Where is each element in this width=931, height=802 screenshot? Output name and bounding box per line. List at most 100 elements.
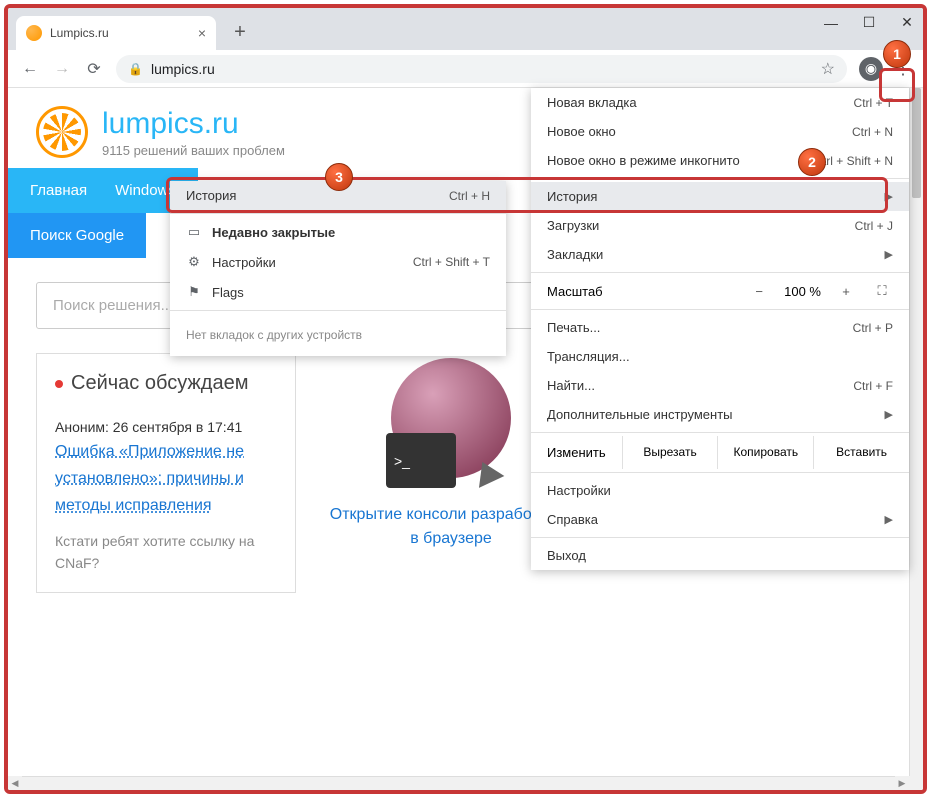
- menu-shortcut: Ctrl + H: [449, 189, 490, 203]
- back-button[interactable]: ←: [14, 53, 46, 85]
- new-tab-button[interactable]: +: [226, 21, 254, 44]
- submenu-recent-heading: ▭ Недавно закрытые: [170, 217, 506, 247]
- tab-title: Lumpics.ru: [50, 26, 190, 40]
- menu-label: Закладки: [547, 247, 603, 262]
- fullscreen-icon[interactable]: ⛶: [871, 283, 893, 299]
- browser-window: Lumpics.ru × + — ☐ ✕ ← → ⟳ 🔒 lumpics.ru …: [4, 4, 927, 794]
- menu-separator: [531, 178, 909, 179]
- site-logo-icon: [36, 106, 88, 158]
- discuss-title-text: Сейчас обсуждаем: [71, 372, 248, 395]
- menu-more-tools[interactable]: Дополнительные инструменты ▶: [531, 400, 909, 429]
- menu-separator: [531, 309, 909, 310]
- zoom-out-button[interactable]: −: [748, 284, 770, 299]
- menu-shortcut: Ctrl + F: [853, 379, 893, 393]
- nav-google-search[interactable]: Поиск Google: [8, 213, 146, 258]
- menu-history[interactable]: История ▶: [531, 182, 909, 211]
- scroll-right-icon[interactable]: ▶: [895, 776, 909, 790]
- gear-icon: ⚙: [186, 254, 202, 270]
- menu-print[interactable]: Печать...Ctrl + P: [531, 313, 909, 342]
- menu-new-window[interactable]: Новое окно Ctrl + N: [531, 117, 909, 146]
- tab-close-icon[interactable]: ×: [198, 25, 206, 41]
- menu-label: Новое окно в режиме инкогнито: [547, 153, 740, 168]
- menu-new-tab[interactable]: Новая вкладка Ctrl + T: [531, 88, 909, 117]
- menu-cast[interactable]: Трансляция...: [531, 342, 909, 371]
- discuss-title: Сейчас обсуждаем: [55, 372, 277, 395]
- chrome-main-menu: Новая вкладка Ctrl + T Новое окно Ctrl + N…: [531, 88, 909, 570]
- profile-icon[interactable]: ◉: [859, 57, 883, 81]
- bookmark-star-icon[interactable]: ☆: [821, 59, 835, 79]
- zoom-label: Масштаб: [547, 284, 734, 299]
- menu-shortcut: Ctrl + T: [854, 96, 893, 110]
- maximize-icon[interactable]: ☐: [859, 14, 879, 31]
- browser-tab[interactable]: Lumpics.ru ×: [16, 16, 216, 50]
- menu-shortcut: Ctrl + N: [852, 125, 893, 139]
- annotation-badge-2: 2: [798, 148, 826, 176]
- discuss-link[interactable]: Ошибка «Приложение не установлено»: прич…: [55, 443, 244, 514]
- menu-label: Выход: [547, 548, 586, 563]
- history-submenu: История Ctrl + H ▭ Недавно закрытые ⚙ На…: [170, 181, 506, 356]
- discuss-widget: Сейчас обсуждаем Аноним: 26 сентября в 1…: [36, 353, 296, 593]
- copy-button[interactable]: Копировать: [717, 436, 813, 469]
- reload-button[interactable]: ⟳: [78, 53, 110, 85]
- submenu-arrow-icon: ▶: [885, 513, 893, 526]
- cut-button[interactable]: Вырезать: [622, 436, 718, 469]
- menu-find[interactable]: Найти... Ctrl + F: [531, 371, 909, 400]
- edit-label: Изменить: [531, 436, 622, 469]
- menu-downloads[interactable]: Загрузки Ctrl + J: [531, 211, 909, 240]
- site-tagline: 9115 решений ваших проблем: [102, 143, 285, 158]
- tab-favicon-icon: [26, 25, 42, 41]
- menu-label: Flags: [212, 285, 244, 300]
- close-window-icon[interactable]: ✕: [897, 14, 917, 31]
- menu-label: Новое окно: [547, 124, 616, 139]
- horizontal-scrollbar[interactable]: [8, 776, 909, 790]
- site-name: lumpics.ru: [102, 107, 285, 141]
- nav-home[interactable]: Главная: [8, 168, 109, 213]
- menu-settings[interactable]: Настройки: [531, 476, 909, 505]
- discuss-meta: Аноним: 26 сентября в 17:41: [55, 417, 277, 438]
- menu-bookmarks[interactable]: Закладки ▶: [531, 240, 909, 269]
- submenu-arrow-icon: ▶: [885, 248, 893, 261]
- zoom-in-button[interactable]: +: [835, 284, 857, 299]
- menu-help[interactable]: Справка ▶: [531, 505, 909, 534]
- window-icon: ▭: [186, 224, 202, 240]
- submenu-recent-settings[interactable]: ⚙ Настройки Ctrl + Shift + T: [170, 247, 506, 277]
- menu-label: Недавно закрытые: [212, 225, 335, 240]
- menu-incognito[interactable]: Новое окно в режиме инкогнитоCtrl + Shif…: [531, 146, 909, 175]
- url-bar[interactable]: 🔒 lumpics.ru ☆: [116, 55, 847, 83]
- menu-separator: [531, 472, 909, 473]
- menu-label: Найти...: [547, 378, 595, 393]
- menu-shortcut: Ctrl + J: [855, 219, 893, 233]
- forward-button[interactable]: →: [46, 53, 78, 85]
- console-card-icon: [381, 353, 521, 493]
- annotation-badge-3: 3: [325, 163, 353, 191]
- live-dot-icon: [55, 380, 63, 388]
- address-bar-row: ← → ⟳ 🔒 lumpics.ru ☆ ◉ ⋮: [8, 50, 923, 88]
- scrollbar-corner: [909, 776, 923, 790]
- menu-label: История: [547, 189, 597, 204]
- scrollbar-thumb[interactable]: [912, 88, 921, 198]
- menu-exit[interactable]: Выход: [531, 541, 909, 570]
- vertical-scrollbar[interactable]: [909, 88, 923, 776]
- menu-separator: [531, 432, 909, 433]
- menu-label: Трансляция...: [547, 349, 630, 364]
- lock-icon: 🔒: [128, 62, 143, 76]
- minimize-icon[interactable]: —: [821, 15, 841, 31]
- menu-label: Загрузки: [547, 218, 599, 233]
- menu-zoom: Масштаб − 100 % + ⛶: [531, 276, 909, 306]
- menu-label: Дополнительные инструменты: [547, 407, 733, 422]
- menu-label: Справка: [547, 512, 598, 527]
- window-controls: — ☐ ✕: [821, 14, 917, 31]
- submenu-arrow-icon: ▶: [885, 190, 893, 203]
- menu-label: Настройки: [212, 255, 276, 270]
- submenu-arrow-icon: ▶: [885, 408, 893, 421]
- submenu-recent-flags[interactable]: ⚑ Flags: [170, 277, 506, 307]
- menu-shortcut: Ctrl + Shift + T: [413, 255, 490, 269]
- annotation-badge-1: 1: [883, 40, 911, 68]
- menu-label: Новая вкладка: [547, 95, 637, 110]
- menu-separator: [531, 537, 909, 538]
- scroll-left-icon[interactable]: ◀: [8, 776, 22, 790]
- window-title-bar: Lumpics.ru × + — ☐ ✕: [8, 8, 923, 50]
- menu-separator: [170, 213, 506, 214]
- paste-button[interactable]: Вставить: [813, 436, 909, 469]
- menu-label: Печать...: [547, 320, 600, 335]
